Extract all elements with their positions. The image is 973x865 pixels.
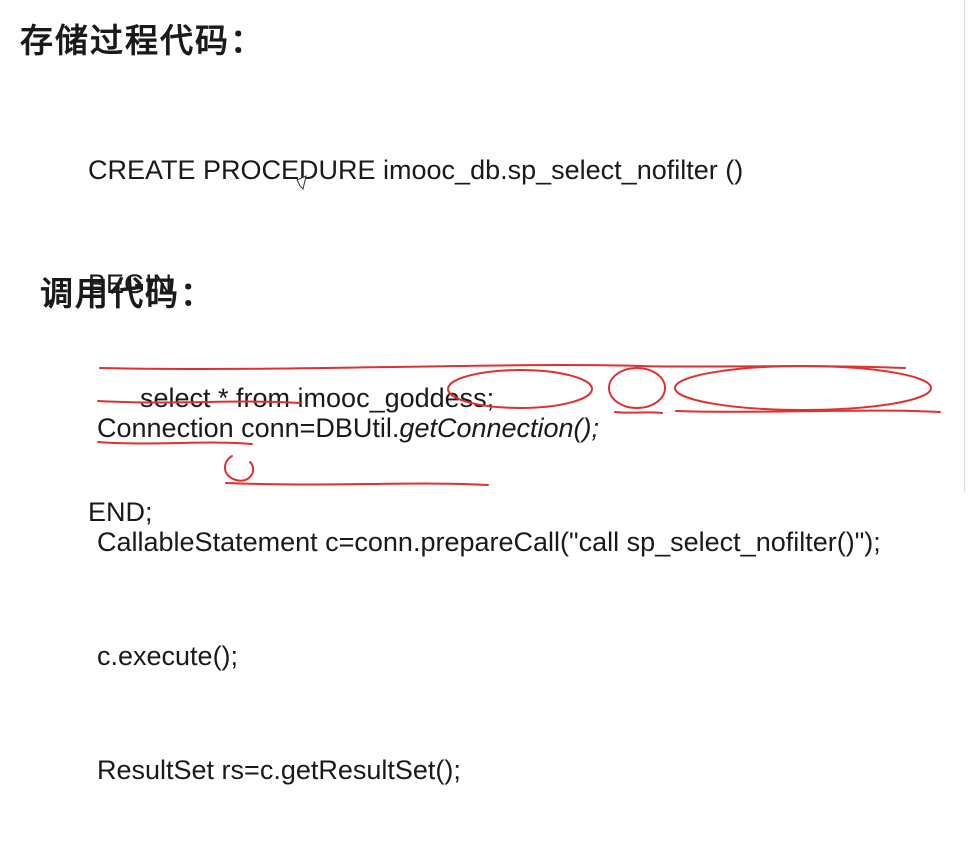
code-line-create: CREATE PROCEDURE imooc_db.sp_select_nofi… [88,155,744,185]
code-line-execute: c.execute(); [97,641,239,671]
heading-procedure-code: 存储过程代码： [20,21,265,60]
code-line-callable: CallableStatement c=conn.prepareCall("ca… [97,527,881,557]
heading-call-code: 调用代码： [40,274,215,313]
slide: 存储过程代码： CREATE PROCEDURE imooc_db.sp_sel… [0,0,973,785]
slide-edge [964,0,965,492]
code-connection-italic: getConnection(); [399,413,600,443]
call-code-block: Connection conn=DBUtil.getConnection(); … [97,333,881,865]
code-connection-plain: Connection conn=DBUtil. [97,413,400,443]
code-line-resultset: ResultSet rs=c.getResultSet(); [97,755,461,785]
code-line-connection: Connection conn=DBUtil.getConnection(); [97,409,881,447]
